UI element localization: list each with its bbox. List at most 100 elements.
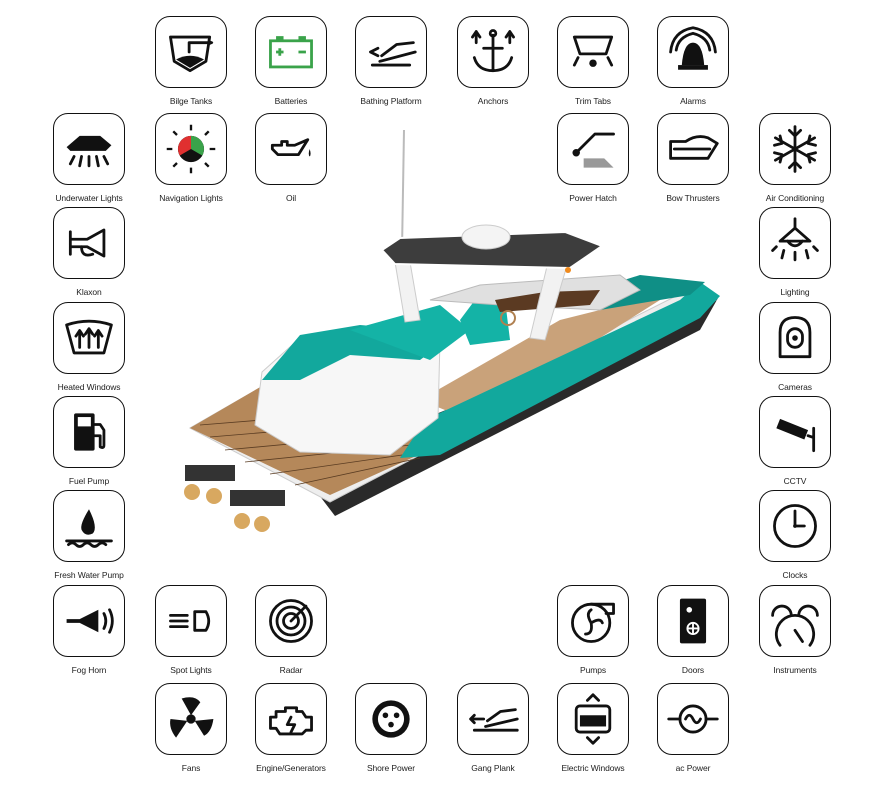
tile-label: Radar [279, 665, 303, 675]
tile-icon-box[interactable] [53, 396, 125, 468]
tile-label: Instruments [773, 665, 817, 675]
engine-icon [269, 706, 313, 736]
tile-label: Trim Tabs [575, 96, 611, 106]
tile-fog-horn[interactable]: Fog Horn [39, 585, 139, 675]
tile-icon-box[interactable] [657, 16, 729, 88]
tile-icon-box[interactable] [53, 585, 125, 657]
tile-label: Air Conditioning [765, 193, 825, 203]
tile-spot-lights[interactable]: Spot Lights [141, 585, 241, 675]
outboard-engines [184, 465, 285, 532]
navigation-lights-icon [166, 124, 216, 174]
tile-icon-box[interactable] [457, 16, 529, 88]
tile-batteries[interactable]: Batteries [241, 16, 341, 106]
tile-icon-box[interactable] [759, 207, 831, 279]
tile-label: Shore Power [366, 763, 416, 773]
tile-trim-tabs[interactable]: Trim Tabs [543, 16, 643, 106]
tile-shore-power[interactable]: Shore Power [341, 683, 441, 773]
tile-label: Clocks [782, 570, 808, 580]
tile-icon-box[interactable] [53, 207, 125, 279]
tile-label: Klaxon [76, 287, 102, 297]
tile-icon-box[interactable] [255, 585, 327, 657]
tile-underwater-lights[interactable]: Underwater Lights [39, 113, 139, 203]
tile-heated-windows[interactable]: Heated Windows [39, 302, 139, 392]
pump-icon [571, 602, 615, 643]
tile-clocks[interactable]: Clocks [745, 490, 845, 580]
tile-alarms[interactable]: Alarms [643, 16, 743, 106]
tile-electric-windows[interactable]: Electric Windows [543, 683, 643, 773]
tile-label: Navigation Lights [159, 193, 223, 203]
tile-cameras[interactable]: Cameras [745, 302, 845, 392]
water-drop-icon [65, 509, 113, 548]
tile-icon-box[interactable] [557, 683, 629, 755]
tile-icon-box[interactable] [53, 490, 125, 562]
tile-icon-box[interactable] [557, 16, 629, 88]
bow-thruster-icon [669, 135, 719, 160]
ceiling-light-icon [771, 217, 819, 262]
tile-icon-box[interactable] [255, 16, 327, 88]
tile-icon-box[interactable] [759, 396, 831, 468]
tile-icon-box[interactable] [355, 683, 427, 755]
nav-light [565, 267, 571, 273]
ac-power-icon [667, 704, 719, 734]
tile-navigation-lights[interactable]: Navigation Lights [141, 113, 241, 203]
tile-air-conditioning[interactable]: Air Conditioning [745, 113, 845, 203]
electric-window-icon [574, 693, 612, 745]
battery-icon [269, 36, 313, 69]
tile-label: Electric Windows [561, 763, 625, 773]
tile-icon-box[interactable] [53, 302, 125, 374]
tile-label: Lighting [780, 287, 810, 297]
tile-icon-box[interactable] [53, 113, 125, 185]
gang-plank-icon [469, 708, 519, 732]
tile-bathing-platform[interactable]: Bathing Platform [341, 16, 441, 106]
radar-dome [461, 224, 511, 250]
tile-gang-plank[interactable]: Gang Plank [443, 683, 543, 773]
tile-icon-box[interactable] [557, 585, 629, 657]
tile-power-hatch[interactable]: Power Hatch [543, 113, 643, 203]
tile-icon-box[interactable] [759, 585, 831, 657]
tile-label: Doors [681, 665, 705, 675]
tile-bow-thrusters[interactable]: Bow Thrusters [643, 113, 743, 203]
tile-anchors[interactable]: Anchors [443, 16, 543, 106]
tile-label: Gang Plank [471, 763, 515, 773]
tile-instruments[interactable]: Instruments [745, 585, 845, 675]
tile-icon-box[interactable] [657, 683, 729, 755]
tile-label: Pumps [580, 665, 606, 675]
tile-oil[interactable]: Oil [241, 113, 341, 203]
tile-label: Bathing Platform [360, 96, 422, 106]
t-top-pillar-left [394, 261, 421, 323]
tile-label: Fans [181, 763, 201, 773]
tile-icon-box[interactable] [759, 490, 831, 562]
tile-icon-box[interactable] [155, 683, 227, 755]
tile-lighting[interactable]: Lighting [745, 207, 845, 297]
tile-icon-box[interactable] [255, 113, 327, 185]
tile-icon-box[interactable] [557, 113, 629, 185]
tile-doors[interactable]: Doors [643, 585, 743, 675]
tile-icon-box[interactable] [155, 113, 227, 185]
tile-fuel-pump[interactable]: Fuel Pump [39, 396, 139, 486]
tile-label: Bow Thrusters [666, 193, 720, 203]
tile-icon-box[interactable] [457, 683, 529, 755]
tile-fans[interactable]: Fans [141, 683, 241, 773]
tile-icon-box[interactable] [657, 113, 729, 185]
bilge-tank-icon [169, 35, 214, 73]
tile-bilge-tanks[interactable]: Bilge Tanks [141, 16, 241, 106]
tile-cctv[interactable]: CCTV [745, 396, 845, 486]
cctv-icon [776, 418, 816, 453]
tile-ac-power[interactable]: ac Power [643, 683, 743, 773]
tile-radar[interactable]: Radar [241, 585, 341, 675]
tile-icon-box[interactable] [759, 113, 831, 185]
tile-icon-box[interactable] [255, 683, 327, 755]
tile-icon-box[interactable] [657, 585, 729, 657]
tile-icon-box[interactable] [155, 16, 227, 88]
tile-icon-box[interactable] [759, 302, 831, 374]
tile-pumps[interactable]: Pumps [543, 585, 643, 675]
tile-icon-box[interactable] [355, 16, 427, 88]
tile-label: Fog Horn [71, 665, 107, 675]
tile-label: Fresh Water Pump [54, 570, 124, 580]
tile-label: Bilge Tanks [169, 96, 213, 106]
tile-engine-generators[interactable]: Engine/Generators [241, 683, 341, 773]
clock-icon [773, 504, 817, 548]
tile-fresh-water-pump[interactable]: Fresh Water Pump [39, 490, 139, 580]
tile-icon-box[interactable] [155, 585, 227, 657]
tile-klaxon[interactable]: Klaxon [39, 207, 139, 297]
